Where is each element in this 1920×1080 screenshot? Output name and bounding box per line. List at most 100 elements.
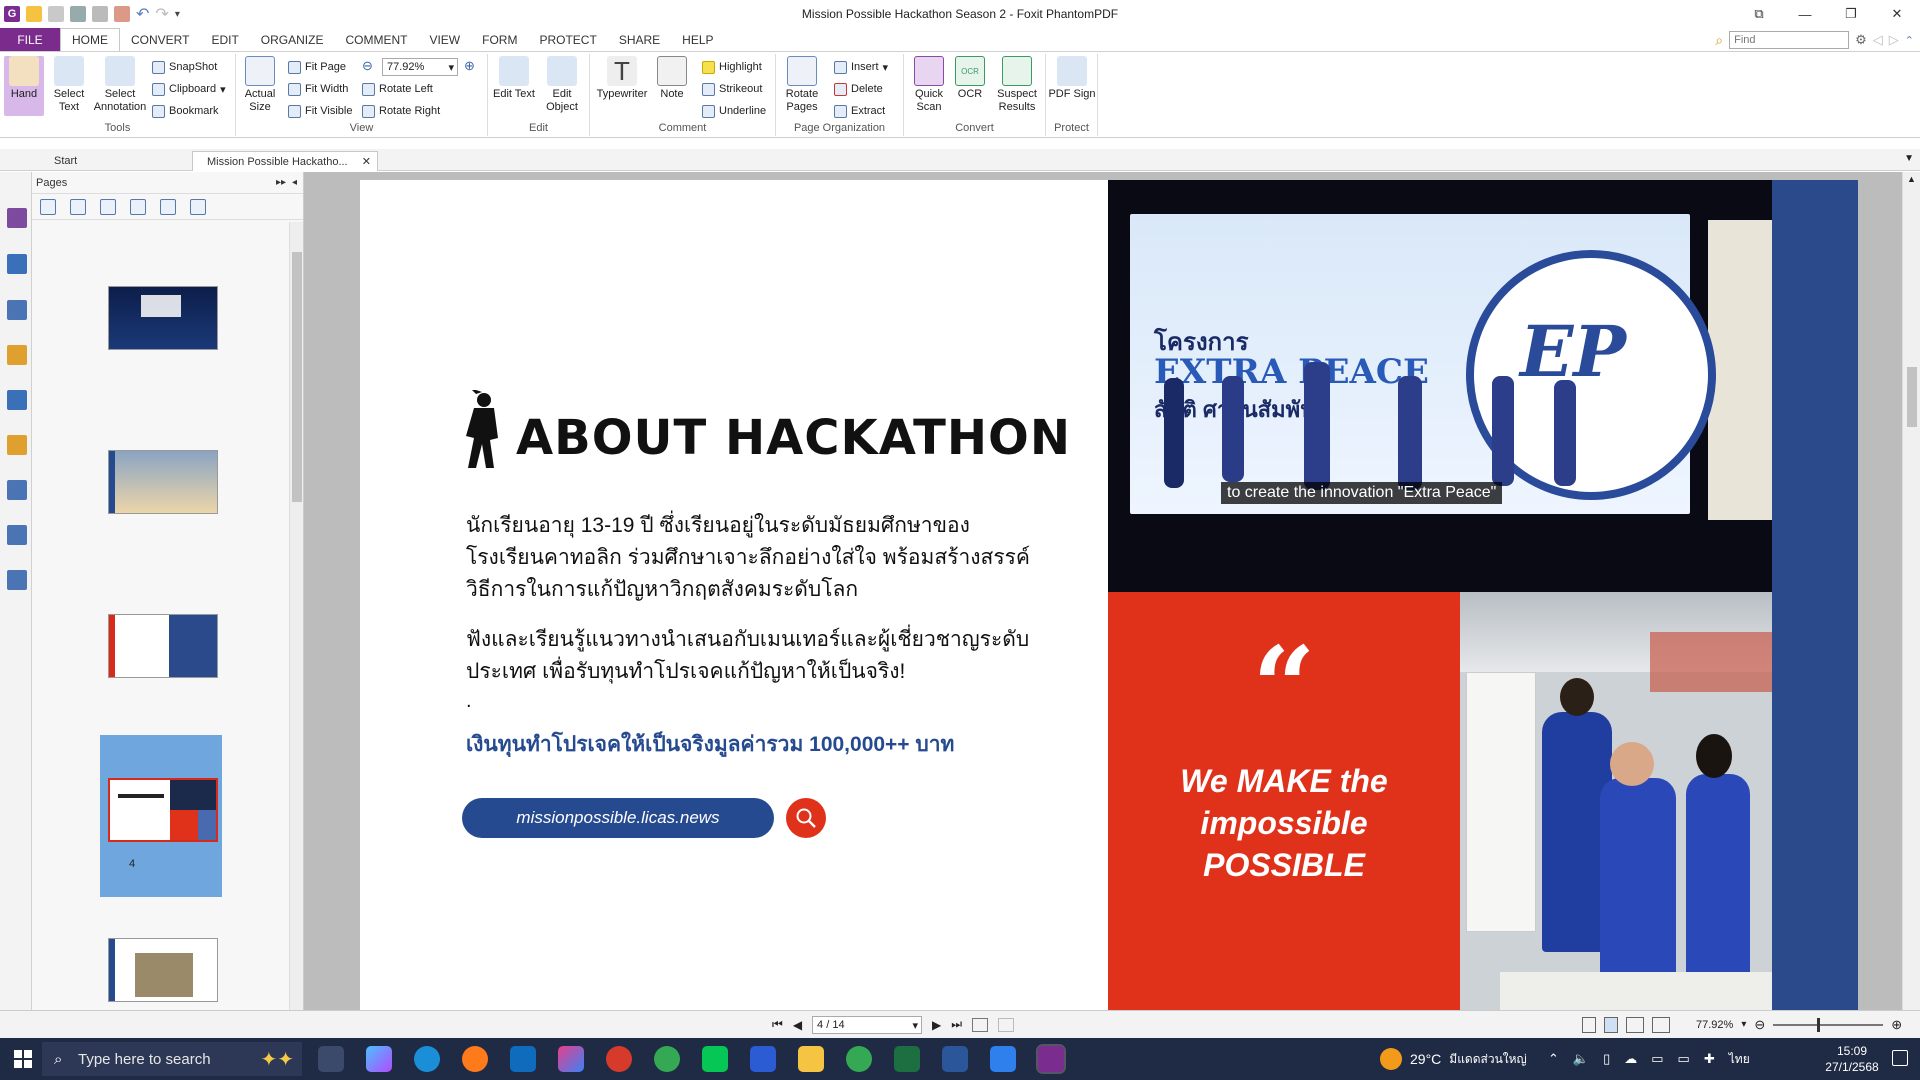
copilot-icon[interactable] xyxy=(366,1046,392,1072)
edge-icon[interactable] xyxy=(414,1046,440,1072)
strikeout-button[interactable]: Strikeout xyxy=(702,80,762,98)
file-explorer-icon[interactable] xyxy=(798,1046,824,1072)
page-extract-icon[interactable] xyxy=(100,198,116,215)
rotate-right-button[interactable]: Rotate Right xyxy=(362,102,440,120)
search-icon[interactable] xyxy=(786,798,826,838)
weather-temp[interactable]: 29°C xyxy=(1410,1051,1441,1067)
last-page-icon[interactable]: ⏭ xyxy=(951,1017,962,1032)
tab-start[interactable]: Start xyxy=(40,151,190,171)
foxit-taskbar-icon[interactable] xyxy=(1036,1044,1066,1074)
zoom-in-icon[interactable]: ⊕ xyxy=(1891,1017,1902,1033)
word-icon[interactable] xyxy=(942,1046,968,1072)
delete-button[interactable]: Delete xyxy=(834,80,883,98)
weather-text[interactable]: มีแดดส่วนใหญ่ xyxy=(1449,1050,1527,1069)
bookmark-button[interactable]: Bookmark xyxy=(152,102,219,120)
fit-page-button[interactable]: Fit Page xyxy=(288,58,346,76)
tab-convert[interactable]: CONVERT xyxy=(120,28,200,51)
clock[interactable]: 15:09 27/1/2568 xyxy=(1822,1043,1882,1075)
back-arrow-icon[interactable]: ◁ xyxy=(1873,32,1883,48)
scrollbar-thumb[interactable] xyxy=(292,252,302,502)
maximize-button[interactable]: ❐ xyxy=(1828,0,1874,28)
tray-chevron-icon[interactable]: ⌃ xyxy=(1548,1051,1559,1067)
next-view-icon[interactable] xyxy=(998,1017,1015,1032)
minimize-button[interactable]: — xyxy=(1782,0,1828,28)
zoom-out-icon[interactable]: ⊖ xyxy=(362,58,373,74)
typewriter-button[interactable]: T Typewriter xyxy=(594,56,650,116)
tab-share[interactable]: SHARE xyxy=(608,28,671,51)
previous-page-icon[interactable]: ◀ xyxy=(793,1018,802,1032)
language-indicator[interactable]: ไทย xyxy=(1729,1050,1750,1069)
hand-button[interactable]: Hand xyxy=(4,56,44,116)
select-text-button[interactable]: Select Text xyxy=(44,56,94,116)
suspect-results-button[interactable]: Suspect Results xyxy=(990,56,1044,116)
clipboard-button[interactable]: Clipboard ▾ xyxy=(152,80,226,98)
select-annotation-button[interactable]: Select Annotation xyxy=(92,56,148,116)
fit-visible-button[interactable]: Fit Visible xyxy=(288,102,352,120)
content-panel-icon[interactable] xyxy=(7,525,27,545)
tab-home[interactable]: HOME xyxy=(60,28,120,51)
website-link[interactable]: missionpossible.licas.news xyxy=(462,798,774,838)
chrome-icon[interactable] xyxy=(654,1046,680,1072)
microsoft365-icon[interactable] xyxy=(558,1046,584,1072)
edit-text-button[interactable]: Edit Text xyxy=(492,56,536,116)
note-button[interactable]: Note xyxy=(652,56,692,116)
pdf-sign-button[interactable]: PDF Sign xyxy=(1048,56,1096,116)
expand-panel-icon[interactable]: ▸▸ xyxy=(276,177,286,188)
tab-protect[interactable]: PROTECT xyxy=(528,28,607,51)
next-page-icon[interactable]: ▶ xyxy=(932,1018,941,1032)
collapse-ribbon-icon[interactable]: ⌃ xyxy=(1905,34,1914,47)
attachments-panel-icon[interactable] xyxy=(7,390,27,410)
forward-arrow-icon[interactable]: ▷ xyxy=(1889,32,1899,48)
phone-link-icon[interactable]: ▯ xyxy=(1603,1051,1610,1067)
windows-start-icon[interactable] xyxy=(14,1050,32,1068)
snapshot-button[interactable]: SnapShot xyxy=(152,58,217,76)
notifications-icon[interactable] xyxy=(1892,1050,1908,1066)
tab-organize[interactable]: ORGANIZE xyxy=(250,28,335,51)
ocr-button[interactable]: OCR OCR xyxy=(952,56,988,116)
task-view-icon[interactable] xyxy=(318,1046,344,1072)
gear-icon[interactable]: ⚙ xyxy=(1855,32,1867,48)
page-thumbnail-4[interactable] xyxy=(108,778,218,842)
scroll-up-icon[interactable]: ▲ xyxy=(1907,174,1916,184)
zoom-in-icon[interactable]: ⊕ xyxy=(464,58,475,74)
tab-edit[interactable]: EDIT xyxy=(200,28,249,51)
page-rotate-icon[interactable] xyxy=(160,198,176,215)
display-icon[interactable]: ▭ xyxy=(1651,1051,1663,1067)
chevron-down-icon[interactable]: ▾ xyxy=(1741,1019,1746,1030)
ribbon-toggle-icon[interactable]: ⧉ xyxy=(1736,0,1782,28)
page-thumbnail-2[interactable] xyxy=(108,450,218,514)
insert-button[interactable]: Insert ▾ xyxy=(834,58,888,76)
excel-icon[interactable] xyxy=(894,1046,920,1072)
rotate-pages-button[interactable]: Rotate Pages xyxy=(780,56,824,116)
webex-icon[interactable] xyxy=(750,1046,776,1072)
layers-panel-icon[interactable] xyxy=(7,300,27,320)
zoom-slider-handle[interactable] xyxy=(1817,1017,1821,1032)
signatures-panel-icon[interactable] xyxy=(7,480,27,500)
actual-size-button[interactable]: Actual Size xyxy=(240,56,280,116)
fit-width-button[interactable]: Fit Width xyxy=(288,80,348,98)
zoom-level[interactable]: 77.92% xyxy=(1696,1019,1733,1031)
pen-tool-icon[interactable] xyxy=(7,570,27,590)
snipping-tool-icon[interactable] xyxy=(606,1046,632,1072)
tab-comment[interactable]: COMMENT xyxy=(334,28,418,51)
chrome-profile-icon[interactable] xyxy=(846,1046,872,1072)
tabs-dropdown-icon[interactable]: ▼ xyxy=(1904,153,1914,164)
tab-file[interactable]: FILE xyxy=(0,28,60,51)
outlook-icon[interactable] xyxy=(510,1046,536,1072)
paint-icon[interactable] xyxy=(990,1046,1016,1072)
page-delete-icon[interactable] xyxy=(190,198,206,215)
page-thumbnail-3[interactable] xyxy=(108,614,218,678)
first-page-icon[interactable]: ⏮ xyxy=(772,1017,783,1032)
page-thumbnail-1[interactable] xyxy=(108,286,218,350)
highlight-button[interactable]: Highlight xyxy=(702,58,762,76)
onedrive-icon[interactable]: ☁ xyxy=(1624,1051,1637,1067)
zoom-select[interactable]: 77.92% ▾ xyxy=(382,58,458,76)
close-button[interactable]: ✕ xyxy=(1874,0,1920,28)
previous-view-icon[interactable] xyxy=(972,1017,989,1032)
weather-sun-icon[interactable] xyxy=(1380,1048,1402,1070)
close-tab-icon[interactable]: ✕ xyxy=(362,155,371,168)
page-number-input[interactable]: 4 / 14 ▾ xyxy=(812,1015,923,1034)
search-folder-icon[interactable]: ⌕ xyxy=(1715,32,1723,49)
document-scroll-thumb[interactable] xyxy=(1907,367,1917,427)
defender-icon[interactable]: ✚ xyxy=(1704,1051,1715,1067)
